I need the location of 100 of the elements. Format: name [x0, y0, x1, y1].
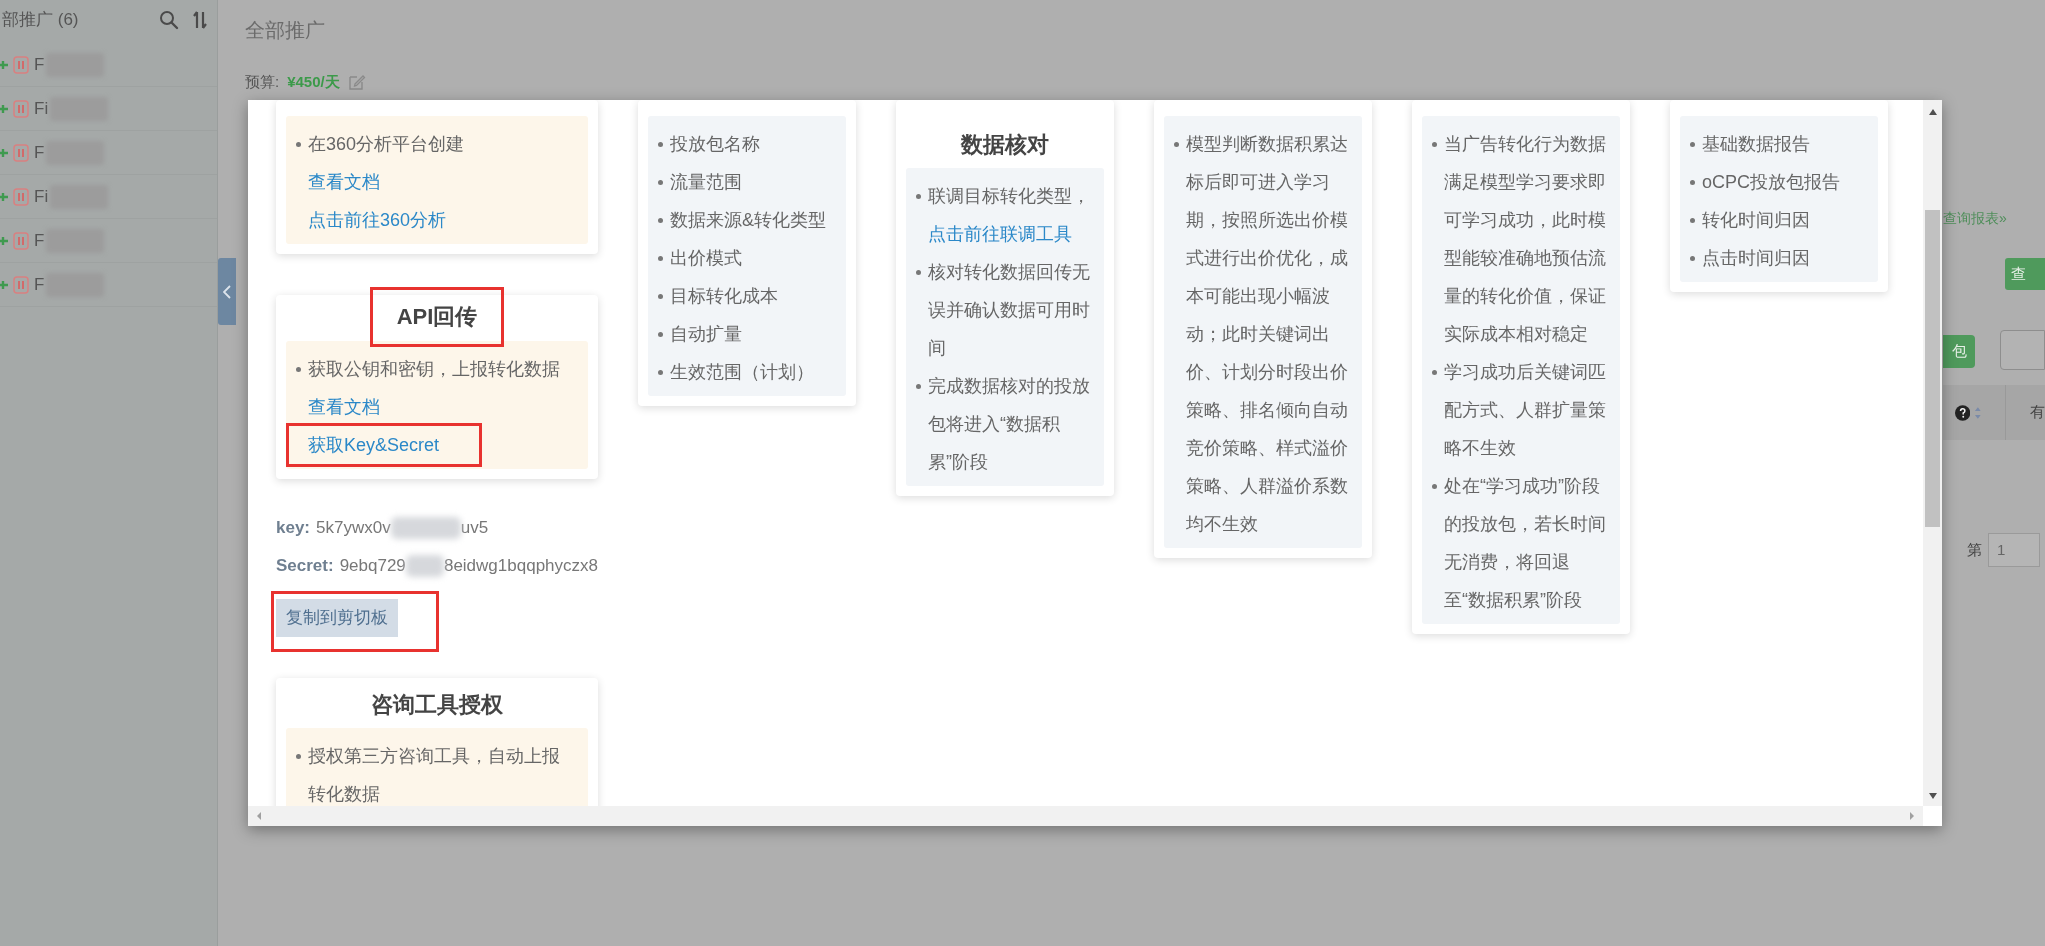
sidebar-item[interactable]: Fi [0, 87, 217, 131]
scroll-up-icon[interactable] [1927, 108, 1938, 116]
scroll-down-icon[interactable] [1927, 792, 1938, 800]
chevron-left-icon [223, 284, 231, 299]
bullet-icon [1690, 255, 1695, 261]
bullet-icon [658, 141, 663, 147]
plus-icon [0, 103, 8, 114]
bullet-icon [1432, 483, 1437, 489]
list-item-text: 流量范围 [670, 171, 742, 194]
credential-value: 8eidwg1bqqphyczx8 [443, 555, 598, 578]
copy-button[interactable]: 复制到剪切板 [276, 599, 398, 637]
list-item-text: 完成数据核对的投放包将进入“数据积累”阶段 [928, 375, 1091, 474]
credential-value: uv5 [460, 517, 489, 540]
card-title: 数据核对 [961, 131, 1049, 159]
list-item-text: 核对转化数据回传无误并确认数据可用时间 [928, 261, 1091, 360]
link[interactable]: 点击前往联调工具 [928, 215, 1072, 253]
page-input[interactable]: 1 [1988, 533, 2040, 567]
sort-icon[interactable] [193, 10, 207, 30]
item-name: F [34, 229, 45, 252]
bullet-icon [1174, 141, 1179, 147]
budget-value: ¥450/天 [287, 72, 340, 92]
plus-icon [0, 279, 8, 290]
vertical-scrollbar[interactable] [1923, 100, 1942, 806]
package-button[interactable]: 包 [1943, 335, 1975, 368]
scroll-right-icon[interactable] [1909, 811, 1915, 821]
edit-icon[interactable] [347, 73, 366, 92]
list-item-text: 基础数据报告 [1702, 133, 1810, 156]
list-item-text: 数据来源&转化类型 [670, 209, 826, 232]
pause-icon[interactable] [13, 187, 29, 206]
list-item-text: 联调目标转化类型， [928, 185, 1090, 208]
bullet-icon [658, 217, 663, 223]
link[interactable]: 获取Key&Secret [308, 426, 440, 464]
item-name: F [34, 273, 45, 296]
table-header-cell-text: 有 [2030, 402, 2045, 423]
list-item-text: 当广告转化行为数据满足模型学习要求即可学习成功，此时模型能较准确地预估流量的转化价值，保证实际成本相对稳定 [1444, 133, 1607, 346]
plus-icon [0, 191, 8, 202]
redaction-blur [405, 555, 444, 577]
budget-label: 预算: [245, 72, 280, 92]
list-item-text: 投放包名称 [670, 133, 760, 156]
pause-icon[interactable] [13, 231, 29, 250]
list-item-text: oCPC投放包报告 [1702, 171, 1840, 194]
bullet-icon [658, 255, 663, 261]
sidebar-item[interactable]: F [0, 131, 217, 175]
list-item-text: 点击时间归因 [1702, 247, 1810, 270]
bullet-icon [1690, 179, 1695, 185]
bullet-icon [296, 366, 301, 372]
bullet-icon [916, 193, 921, 199]
horizontal-scrollbar[interactable] [248, 806, 1923, 826]
credential-label: key: [276, 517, 311, 540]
link[interactable]: 点击前往360分析 [308, 201, 447, 239]
list-item-text: 转化时间归因 [1702, 209, 1810, 232]
bullet-icon [296, 753, 301, 759]
credential-value: 5k7ywx0v [316, 517, 391, 540]
item-name: F [34, 141, 45, 164]
scrollbar-thumb[interactable] [1925, 210, 1940, 527]
bullet-icon [658, 179, 663, 185]
bullet-icon [1432, 141, 1437, 147]
collapse-button[interactable] [218, 258, 236, 325]
bullet-icon [658, 369, 663, 375]
item-name: Fi [34, 97, 49, 120]
card-title: 咨询工具授权 [371, 691, 503, 719]
scroll-left-icon[interactable] [256, 811, 262, 821]
list-item-text: 在360分析平台创建 [308, 133, 465, 156]
sidebar-item[interactable]: F [0, 263, 217, 307]
list-item-text: 获取公钥和密钥，上报转化数据 [308, 358, 560, 381]
link[interactable]: 查看文档 [308, 388, 380, 426]
pause-icon[interactable] [13, 55, 29, 74]
pagination-label: 第 [1967, 539, 1982, 560]
bullet-icon [1690, 217, 1695, 223]
list-item-text: 处在“学习成功”阶段的投放包，若长时间无消费，将回退至“数据积累”阶段 [1444, 475, 1607, 612]
query-button[interactable]: 查 [2005, 258, 2045, 290]
plus-icon [0, 147, 8, 158]
bullet-icon [916, 269, 921, 275]
credential-label: Secret: [276, 555, 334, 578]
link[interactable]: 查看文档 [308, 163, 380, 201]
bullet-icon [296, 141, 301, 147]
input-field[interactable] [2000, 330, 2045, 370]
pause-icon[interactable] [13, 143, 29, 162]
plus-icon [0, 235, 8, 246]
list-item-text: 目标转化成本 [670, 285, 778, 308]
bullet-icon [1432, 369, 1437, 375]
list-item-text: 授权第三方咨询工具，自动上报转化数据 [308, 745, 561, 806]
sidebar-item[interactable]: F [0, 219, 217, 263]
list-item-text: 出价模式 [670, 247, 742, 270]
report-link[interactable]: 查询报表» [1943, 208, 2045, 234]
page-title: 全部推广 [245, 18, 326, 43]
pause-icon[interactable] [13, 99, 29, 118]
sidebar-header: 部推广 (6) [1, 9, 79, 32]
redaction-blur [390, 517, 461, 539]
pause-icon[interactable] [13, 275, 29, 294]
card-title: API回传 [396, 303, 478, 331]
list-item-text: 自动扩量 [670, 323, 742, 346]
credential-value: 9ebq729 [339, 555, 406, 578]
bullet-icon [1690, 141, 1695, 147]
bullet-icon [916, 383, 921, 389]
sidebar-item[interactable]: F [0, 43, 217, 87]
item-name: F [34, 53, 45, 76]
sidebar-item[interactable]: Fi [0, 175, 217, 219]
help-icon [1955, 404, 1971, 421]
search-icon[interactable] [159, 10, 179, 30]
